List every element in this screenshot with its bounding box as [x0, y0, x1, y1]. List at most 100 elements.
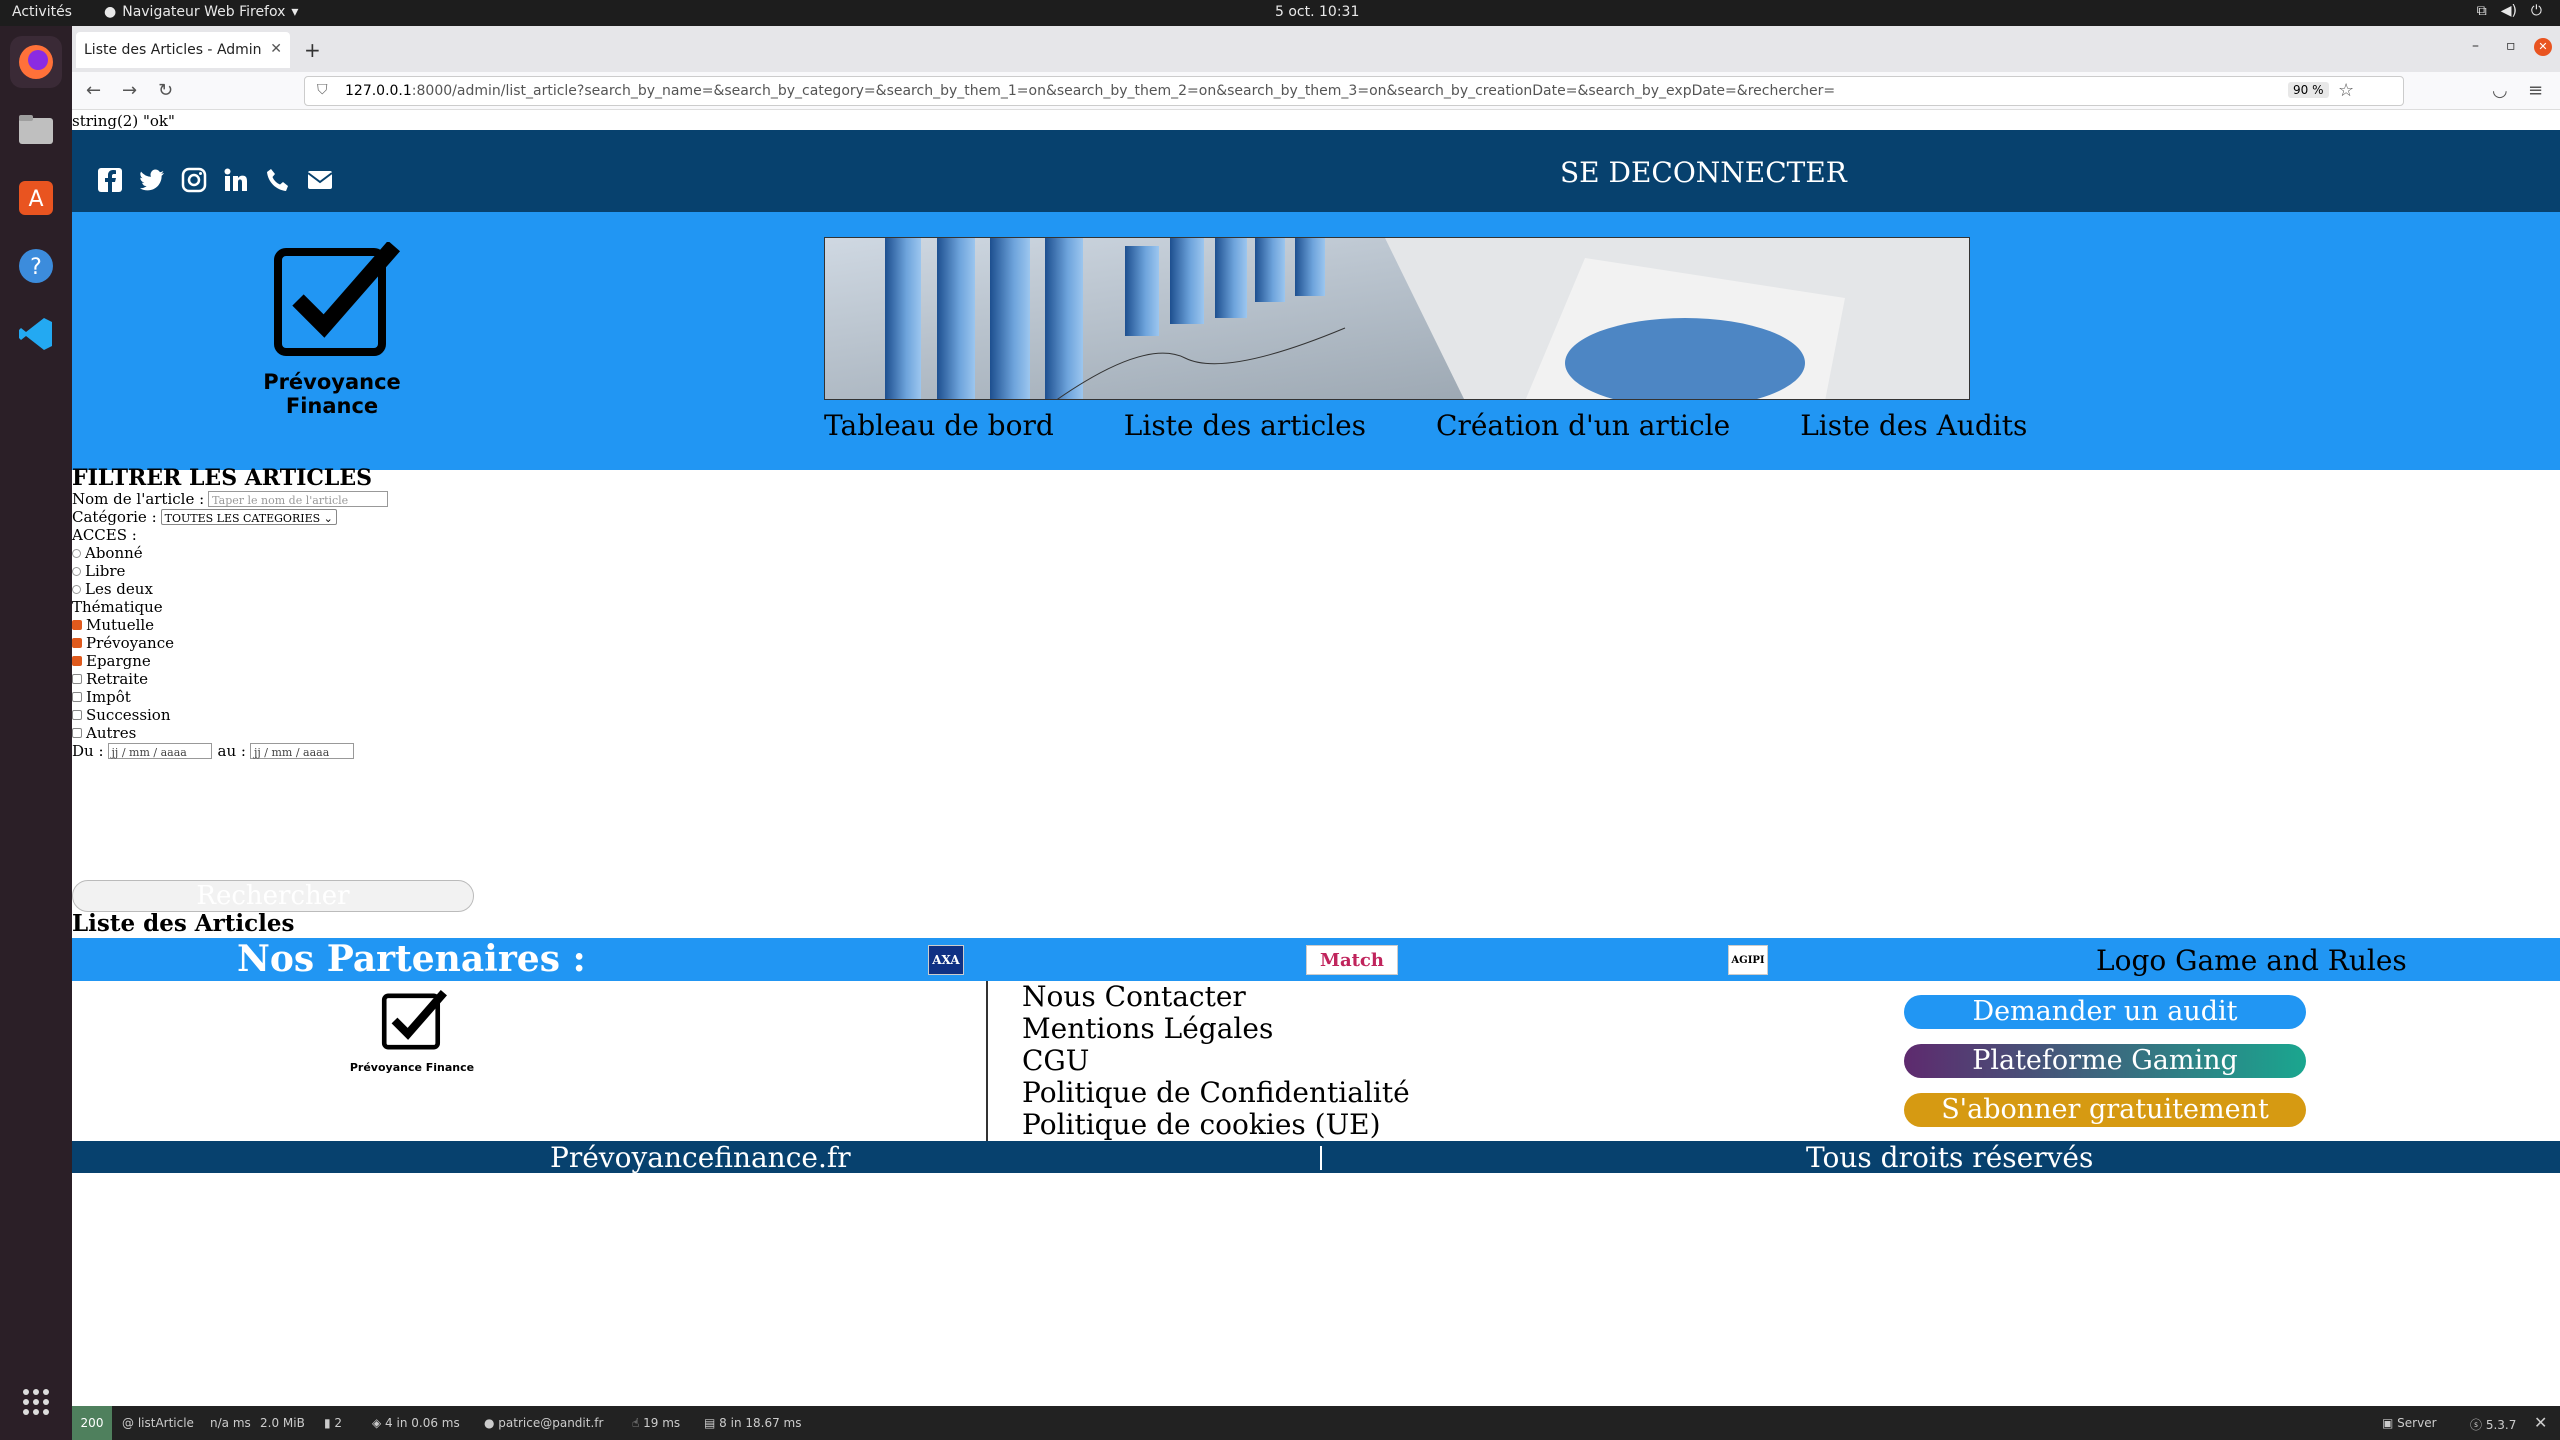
db-info[interactable]: ▤ 8 in 18.67 ms — [704, 1416, 801, 1430]
close-tab-icon[interactable]: ✕ — [270, 41, 282, 57]
date-from-input[interactable]: jj / mm / aaaa — [107, 743, 212, 759]
theme-option[interactable]: Succession — [72, 706, 388, 724]
checkbox[interactable] — [72, 656, 82, 666]
radio-button[interactable] — [72, 584, 81, 594]
shield-icon: ⛉ — [317, 82, 328, 98]
svg-text:A: A — [28, 187, 43, 212]
match-logo[interactable]: Match — [1306, 945, 1398, 975]
partners-bar: Nos Partenaires : AXA Match AGIPI Logo G… — [72, 938, 2560, 981]
help-launcher[interactable]: ? — [10, 240, 62, 292]
log-icon: ▮ — [324, 1416, 335, 1430]
files-launcher[interactable] — [10, 104, 62, 156]
pocket-icon[interactable]: ◡ — [2492, 80, 2508, 101]
url-bar[interactable]: ⛉ 127.0.0.1:8000/admin/list_article?sear… — [304, 76, 2404, 106]
close-toolbar-icon[interactable]: ✕ — [2534, 1413, 2547, 1432]
checkbox[interactable] — [72, 638, 82, 648]
user-icon: ● — [484, 1416, 499, 1430]
back-button[interactable]: ← — [86, 80, 101, 101]
theme-option[interactable]: Retraite — [72, 670, 388, 688]
cgu-link[interactable]: CGU — [1022, 1045, 1410, 1077]
nav-create-article[interactable]: Création d'un article — [1436, 409, 1730, 442]
server-info[interactable]: ▣ Server — [2382, 1416, 2437, 1430]
agipi-logo[interactable]: AGIPI — [1728, 945, 1768, 975]
banner: Prévoyance Finance Tableau de bord Liste… — [72, 212, 2560, 470]
copyright-bar: Prévoyancefinance.fr Tous droits réservé… — [72, 1141, 2560, 1174]
system-tray[interactable]: ⧉ ◀) ⏻ — [2477, 3, 2542, 19]
page-content: string(2) "ok" SE DECONNECTER Prévoyance… — [72, 110, 2560, 1406]
maximize-button[interactable]: ▫ — [2506, 38, 2516, 54]
cookies-link[interactable]: Politique de cookies (UE) — [1022, 1109, 1410, 1141]
app-menu[interactable]: ● Navigateur Web Firefox ▾ — [104, 4, 298, 20]
name-label: Nom de l'article : — [72, 490, 205, 508]
access-option[interactable]: Les deux — [72, 580, 388, 598]
user-info[interactable]: ● patrice@pandit.fr — [484, 1416, 603, 1430]
menu-icon[interactable]: ≡ — [2528, 80, 2543, 101]
symfony-icon: ⓢ — [2470, 1418, 2486, 1432]
subscribe-button[interactable]: S'abonner gratuitement — [1904, 1093, 2306, 1127]
twitter-icon[interactable] — [138, 166, 166, 194]
checkbox-logo-icon — [274, 240, 401, 356]
gaming-platform-button[interactable]: Plateforme Gaming — [1904, 1044, 2306, 1078]
cache-info[interactable]: ◈ 4 in 0.06 ms — [372, 1416, 460, 1430]
tab-strip: Liste des Articles - Admin ✕ + – ▫ ✕ — [72, 26, 2560, 72]
firefox-launcher[interactable] — [10, 36, 62, 88]
brand-logo[interactable]: Prévoyance Finance — [232, 240, 432, 418]
clock[interactable]: 5 oct. 10:31 — [1275, 4, 1359, 20]
software-launcher[interactable]: A — [10, 172, 62, 224]
activities-button[interactable]: Activités — [12, 4, 72, 20]
access-option[interactable]: Libre — [72, 562, 388, 580]
version-info[interactable]: ⓢ 5.3.7 — [2470, 1416, 2516, 1433]
route-name[interactable]: @ listArticle — [122, 1416, 194, 1430]
date-to-input[interactable]: jj / mm / aaaa — [249, 743, 354, 759]
close-window-button[interactable]: ✕ — [2534, 38, 2552, 56]
privacy-link[interactable]: Politique de Confidentialité — [1022, 1077, 1410, 1109]
facebook-icon[interactable] — [96, 166, 124, 194]
browser-tab[interactable]: Liste des Articles - Admin ✕ — [76, 32, 290, 68]
theme-option[interactable]: Epargne — [72, 652, 388, 670]
linkedin-icon[interactable] — [222, 166, 250, 194]
show-apps-button[interactable] — [10, 1376, 62, 1428]
theme-option[interactable]: Mutuelle — [72, 616, 388, 634]
radio-button[interactable] — [72, 566, 81, 576]
status-code[interactable]: 200 — [72, 1406, 112, 1440]
footer: Prévoyance Finance Nous Contacter Mentio… — [72, 981, 2560, 1141]
forward-button[interactable]: → — [122, 80, 137, 101]
axa-logo[interactable]: AXA — [928, 945, 964, 975]
vscode-launcher[interactable] — [10, 308, 62, 360]
phone-icon[interactable] — [264, 166, 292, 194]
contact-link[interactable]: Nous Contacter — [1022, 981, 1410, 1013]
checkbox[interactable] — [72, 620, 82, 630]
game-logo-placeholder: Logo Game and Rules — [2096, 944, 2407, 977]
checkbox[interactable] — [72, 728, 82, 738]
minimize-button[interactable]: – — [2472, 38, 2479, 54]
theme-option[interactable]: Autres — [72, 724, 388, 742]
checkbox[interactable] — [72, 710, 82, 720]
time-value[interactable]: n/a ms — [210, 1416, 251, 1430]
request-audit-button[interactable]: Demander un audit — [1904, 995, 2306, 1029]
nav-audit-list[interactable]: Liste des Audits — [1800, 409, 2027, 442]
memory-value[interactable]: 2.0 MiB — [260, 1416, 305, 1430]
zoom-indicator[interactable]: 90 % — [2288, 82, 2329, 98]
radio-button[interactable] — [72, 548, 81, 558]
instagram-icon[interactable] — [180, 166, 208, 194]
events-info[interactable]: ☝ 19 ms — [632, 1416, 680, 1430]
nav-article-list[interactable]: Liste des articles — [1124, 409, 1366, 442]
search-button[interactable]: Rechercher — [72, 880, 474, 912]
logout-link[interactable]: SE DECONNECTER — [1560, 156, 1847, 189]
name-input[interactable]: Taper le nom de l'article — [208, 491, 389, 507]
new-tab-button[interactable]: + — [304, 38, 321, 62]
footer-brand[interactable]: Prévoyance Finance — [342, 989, 482, 1074]
bookmark-star-icon[interactable]: ☆ — [2338, 80, 2354, 101]
theme-option[interactable]: Impôt — [72, 688, 388, 706]
envelope-icon[interactable] — [306, 166, 334, 194]
logs-count[interactable]: ▮ 2 — [324, 1416, 342, 1430]
checkbox[interactable] — [72, 692, 82, 702]
checkbox[interactable] — [72, 674, 82, 684]
reload-button[interactable]: ↻ — [158, 80, 173, 101]
access-option[interactable]: Abonné — [72, 544, 388, 562]
database-icon: ▤ — [704, 1416, 720, 1430]
nav-dashboard[interactable]: Tableau de bord — [824, 409, 1054, 442]
category-select[interactable]: TOUTES LES CATEGORIES ⌄ — [160, 509, 337, 525]
theme-option[interactable]: Prévoyance — [72, 634, 388, 652]
legal-link[interactable]: Mentions Légales — [1022, 1013, 1410, 1045]
